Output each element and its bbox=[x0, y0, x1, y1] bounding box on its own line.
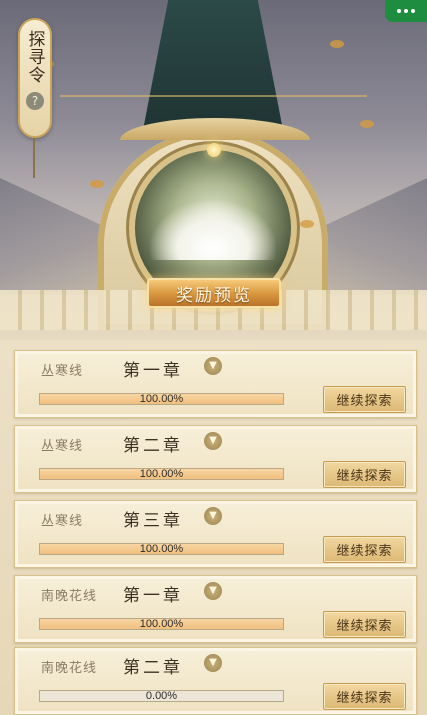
chevron-down-icon[interactable]: ▼ bbox=[204, 357, 222, 375]
chapter-title: 第三章 bbox=[123, 511, 183, 531]
storyline-name: 南晚花线 bbox=[41, 661, 98, 676]
explore-token-badge[interactable]: 探寻令 ? bbox=[18, 18, 52, 138]
chapter-title: 第一章 bbox=[123, 361, 183, 381]
chapter-title: 第一章 bbox=[123, 586, 183, 606]
continue-explore-button[interactable]: 继续探索 bbox=[323, 536, 406, 563]
falling-leaf bbox=[360, 120, 374, 128]
falling-leaf bbox=[330, 40, 344, 48]
progress-bar: 100.00% bbox=[39, 543, 284, 555]
progress-label: 0.00% bbox=[145, 690, 178, 702]
chevron-down-icon[interactable]: ▼ bbox=[204, 654, 222, 672]
more-dots-icon bbox=[404, 9, 408, 13]
lotus-flower bbox=[150, 200, 276, 260]
continue-explore-button[interactable]: 继续探索 bbox=[323, 461, 406, 488]
chapter-title: 第二章 bbox=[123, 658, 183, 678]
badge-title: 探寻令 bbox=[24, 30, 45, 84]
more-dots-icon bbox=[411, 9, 415, 13]
badge-tassel bbox=[33, 138, 35, 178]
chapter-title: 第二章 bbox=[123, 436, 183, 456]
falling-leaf bbox=[300, 220, 314, 228]
storyline-name: 南晚花线 bbox=[41, 589, 98, 604]
progress-label: 100.00% bbox=[139, 468, 184, 480]
progress-bar: 0.00% bbox=[39, 690, 284, 702]
storyline-name: 丛寒线 bbox=[41, 514, 84, 529]
progress-bar: 100.00% bbox=[39, 618, 284, 630]
continue-explore-button[interactable]: 继续探索 bbox=[323, 386, 406, 413]
chapter-card: 南晚花线 第二章 ▼ 0.00% 继续探索 bbox=[14, 647, 417, 715]
progress-bar: 100.00% bbox=[39, 468, 284, 480]
storyline-name: 丛寒线 bbox=[41, 439, 84, 454]
reward-preview-button[interactable]: 奖励预览 bbox=[147, 278, 281, 308]
golden-beam bbox=[60, 95, 367, 97]
chevron-down-icon[interactable]: ▼ bbox=[204, 432, 222, 450]
progress-label: 100.00% bbox=[139, 618, 184, 630]
help-icon[interactable]: ? bbox=[26, 92, 44, 110]
chapter-card: 南晚花线 第一章 ▼ 100.00% 继续探索 bbox=[14, 575, 417, 643]
progress-label: 100.00% bbox=[139, 393, 184, 405]
more-menu-button[interactable] bbox=[385, 0, 427, 22]
pagoda-tower bbox=[143, 0, 283, 130]
chapter-list: 丛寒线 第一章 ▼ 100.00% 继续探索 丛寒线 第二章 ▼ 100.00%… bbox=[0, 340, 427, 715]
continue-explore-button[interactable]: 继续探索 bbox=[323, 683, 406, 710]
glowing-orb bbox=[207, 143, 221, 157]
chapter-card: 丛寒线 第一章 ▼ 100.00% 继续探索 bbox=[14, 350, 417, 418]
chevron-down-icon[interactable]: ▼ bbox=[204, 582, 222, 600]
chapter-card: 丛寒线 第三章 ▼ 100.00% 继续探索 bbox=[14, 500, 417, 568]
progress-label: 100.00% bbox=[139, 543, 184, 555]
storyline-name: 丛寒线 bbox=[41, 364, 84, 379]
falling-leaf bbox=[90, 180, 104, 188]
chevron-down-icon[interactable]: ▼ bbox=[204, 507, 222, 525]
continue-explore-button[interactable]: 继续探索 bbox=[323, 611, 406, 638]
progress-bar: 100.00% bbox=[39, 393, 284, 405]
chapter-card: 丛寒线 第二章 ▼ 100.00% 继续探索 bbox=[14, 425, 417, 493]
more-dots-icon bbox=[397, 9, 401, 13]
